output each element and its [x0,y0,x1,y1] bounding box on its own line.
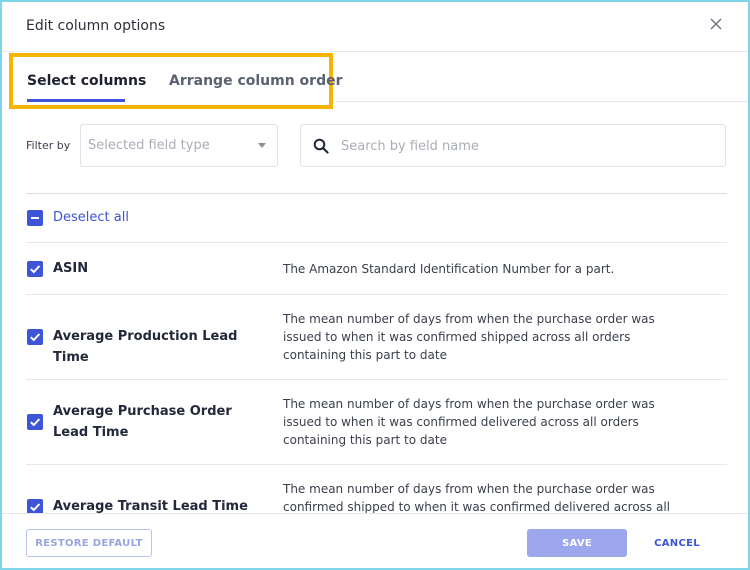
tab-select-columns[interactable]: Select columns [27,73,146,89]
save-button[interactable]: SAVE [527,529,627,557]
column-name: Average Purchase Order Lead Time [53,404,232,440]
cancel-button[interactable]: CANCEL [644,529,710,557]
search-input[interactable] [341,133,711,159]
caret-down-icon [258,143,266,148]
restore-default-button[interactable]: RESTORE DEFAULT [26,529,152,557]
filter-by-label: Filter by [26,139,71,152]
dialog-title: Edit column options [26,18,166,34]
deselect-all-checkbox[interactable] [27,210,43,226]
column-name: Average Production Lead Time [53,329,238,365]
edit-column-options-dialog: Edit column options Select columns Arran… [0,0,750,570]
dialog-header: Edit column options [2,2,748,52]
row-divider [26,379,727,380]
column-checkbox-asin[interactable] [27,261,43,277]
tab-bar: Select columns Arrange column order [9,53,343,109]
active-tab-indicator [27,99,125,102]
field-type-placeholder: Selected field type [88,138,210,153]
close-icon[interactable] [706,14,726,34]
column-name: ASIN [53,261,89,276]
column-checkbox-average-production-lead-time[interactable] [27,329,43,345]
field-type-select[interactable]: Selected field type [80,124,278,167]
column-description: The mean number of days from when the pu… [283,312,655,362]
tab-arrange-column-order[interactable]: Arrange column order [169,73,343,89]
search-icon [313,138,329,154]
tabs-divider [335,101,748,102]
column-description: The mean number of days from when the pu… [283,482,671,514]
column-checkbox-average-purchase-order-lead-time[interactable] [27,414,43,430]
row-divider [26,242,727,243]
row-divider [26,464,727,465]
deselect-all-link[interactable]: Deselect all [53,210,129,225]
row-divider [26,294,727,295]
column-description: The mean number of days from when the pu… [283,397,655,447]
dialog-footer: RESTORE DEFAULT SAVE CANCEL [2,513,748,568]
list-top-divider [26,193,727,194]
search-box [300,124,726,167]
column-description: The Amazon Standard Identification Numbe… [283,262,615,276]
